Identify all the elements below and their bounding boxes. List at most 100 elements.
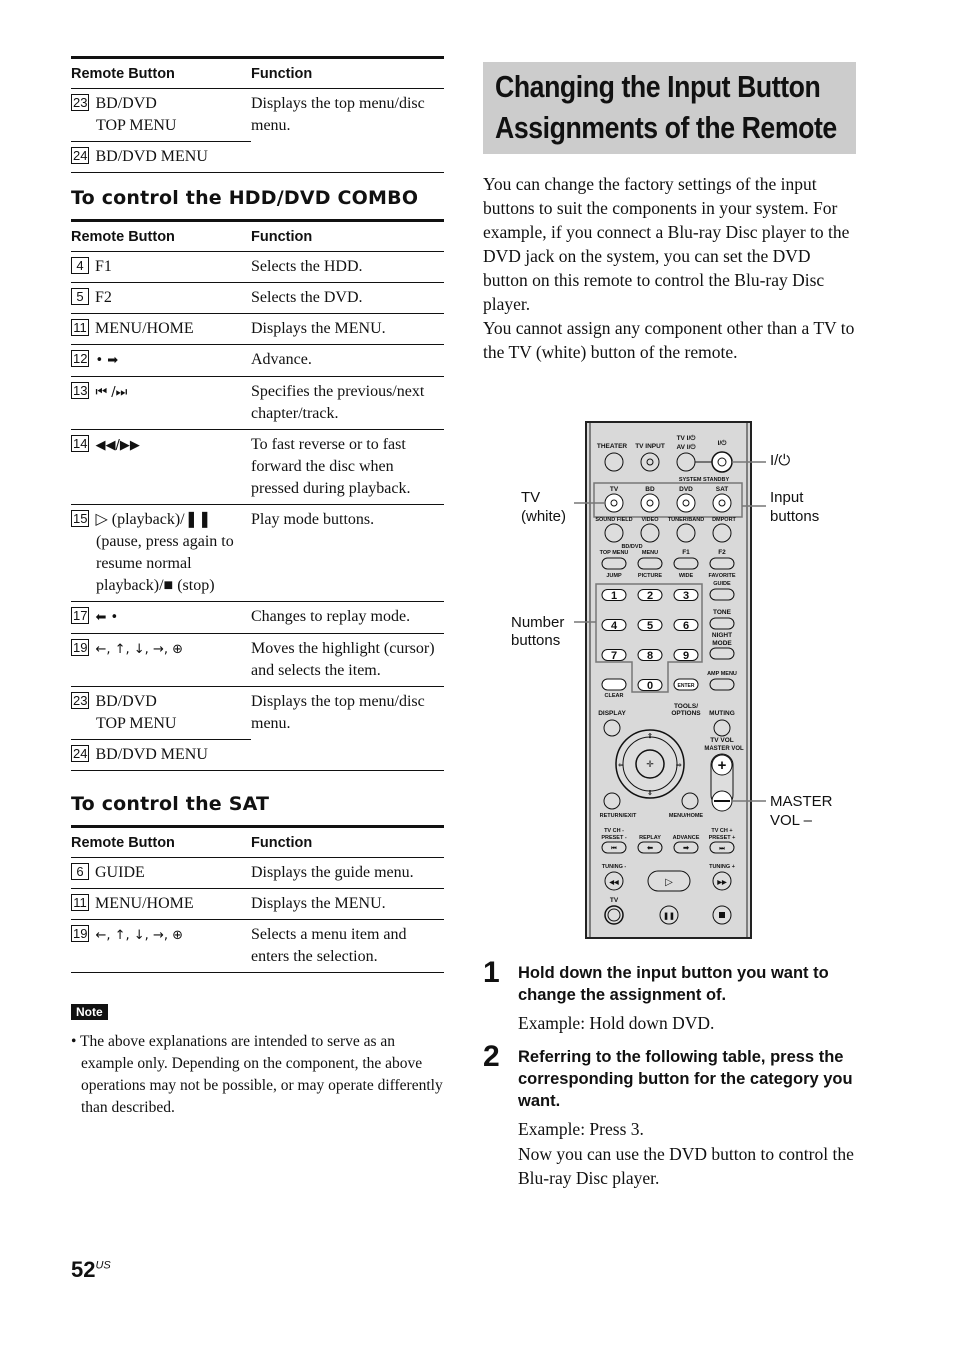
function-text: Advance.	[251, 344, 444, 377]
muting-label: MUTING	[709, 710, 735, 717]
up-arrow-icon[interactable]: ⇧	[647, 732, 652, 740]
button-number: 14	[71, 435, 90, 452]
jump-label: JUMP	[606, 573, 622, 579]
menu-button[interactable]	[637, 557, 663, 570]
continued-table: Remote Button Function 23 BD/DVD TOP MENU …	[71, 56, 444, 173]
replay-symbol: ⬅ •	[95, 610, 119, 625]
button-number: 12	[71, 350, 90, 367]
table-row: 6 GUIDE Displays the guide menu.	[71, 857, 444, 889]
button-name: BD/DVD	[95, 693, 157, 710]
tuning-minus-label: TUNING -	[602, 864, 627, 870]
night-mode-button[interactable]	[709, 647, 735, 660]
tv-input-button[interactable]	[640, 452, 660, 472]
return-exit-button[interactable]	[603, 792, 621, 810]
picture-label: PICTURE	[638, 573, 662, 579]
preset-minus-label: PRESET -	[601, 835, 627, 841]
tuning-plus-label: TUNING +	[709, 864, 735, 870]
guide-button[interactable]	[709, 588, 735, 601]
f2-button[interactable]	[709, 557, 735, 570]
theater-button[interactable]	[604, 452, 624, 472]
input-callout-2: buttons	[770, 508, 819, 525]
section-title: Changing the Input Button Assignments of…	[495, 69, 837, 145]
menu-home-label: MENU/HOME	[669, 813, 704, 819]
step-number: 2	[483, 1040, 500, 1073]
f1-button[interactable]	[673, 557, 699, 570]
button-name: F1	[95, 258, 112, 275]
menu-home-button[interactable]	[681, 792, 699, 810]
intro-paragraph: You cannot assign any component other th…	[483, 318, 855, 362]
vol-callout-2: VOL –	[770, 812, 813, 829]
button-number: 15	[71, 510, 90, 527]
button-number: 5	[71, 288, 89, 305]
dmport-button[interactable]	[712, 523, 732, 543]
replay-label: REPLAY	[639, 835, 661, 841]
button-number: 23	[71, 692, 90, 709]
function-text: To fast reverse or to fast forward the d…	[251, 429, 444, 505]
input-dvd-button[interactable]	[676, 493, 696, 513]
advance-icon: ➡	[683, 845, 689, 852]
rewind-icon: ◀◀	[608, 879, 619, 886]
tv-input-label: TV INPUT	[635, 443, 665, 450]
step-2: 2 Referring to the following table, pres…	[483, 1040, 863, 1190]
button-name-2: (pause, press again to resume normal pla…	[96, 533, 234, 594]
note-badge: Note	[71, 1004, 108, 1020]
function-text: Play mode buttons.	[251, 504, 444, 602]
advance-symbol: • ➡	[95, 353, 119, 368]
button-name: MENU/HOME	[95, 895, 194, 912]
preset-plus-label: PRESET +	[709, 835, 736, 841]
play-icon: ▷	[665, 877, 673, 888]
button-name: BD/DVD MENU	[95, 746, 208, 763]
sound-field-button[interactable]	[604, 523, 624, 543]
tuner-band-button[interactable]	[676, 523, 696, 543]
master-vol-label: MASTER VOL	[704, 746, 744, 752]
dvd-input-label: DVD	[679, 486, 693, 493]
table-row: 14 ◀◀/▶▶ To fast reverse or to fast forwar…	[71, 429, 444, 505]
down-arrow-icon[interactable]: ⇩	[647, 789, 652, 797]
tv-ch-plus-label: TV CH +	[711, 828, 732, 834]
advance-label: ADVANCE	[673, 835, 700, 841]
center-cross-icon: ✛	[646, 759, 654, 769]
col-header-function: Function	[251, 825, 444, 858]
theater-label: THEATER	[597, 443, 628, 450]
page-number: 52US	[71, 1257, 111, 1283]
amp-menu-label: AMP MENU	[707, 671, 737, 677]
menu-label: MENU	[642, 550, 658, 556]
top-menu-button[interactable]	[601, 557, 627, 570]
guide-label: GUIDE	[713, 581, 731, 587]
amp-menu-button[interactable]	[709, 678, 735, 691]
button-number: 24	[71, 745, 90, 762]
cursor-symbols: ←, ↑, ↓, →, ⊕	[95, 642, 183, 657]
input-tv-button[interactable]	[604, 493, 624, 513]
number-label: 0	[647, 680, 653, 692]
clear-button[interactable]	[601, 678, 627, 691]
tuner-band-label: TUNER/BAND	[668, 517, 704, 523]
tv-av-power-button[interactable]	[676, 452, 696, 472]
button-number: 11	[71, 319, 89, 336]
next-icon: ⏭	[719, 846, 725, 852]
button-number: 23	[71, 94, 90, 111]
number-label: 8	[647, 650, 653, 662]
function-text: Displays the top menu/disc menu.	[251, 686, 444, 771]
left-arrow-icon[interactable]: ⇦	[617, 762, 624, 769]
button-number: 24	[71, 147, 90, 164]
display-button[interactable]	[603, 719, 621, 737]
function-text: Selects the HDD.	[251, 251, 444, 283]
col-header-function: Function	[251, 219, 444, 252]
number-label: 3	[683, 590, 689, 602]
button-name: MENU/HOME	[95, 320, 194, 337]
top-menu-label: TOP MENU	[600, 550, 629, 556]
table-row: 4 F1 Selects the HDD.	[71, 251, 444, 283]
number-label: 4	[611, 620, 618, 632]
number-label: 6	[683, 620, 689, 632]
tone-button[interactable]	[709, 617, 735, 630]
video-button[interactable]	[640, 523, 660, 543]
input-sat-button[interactable]	[712, 493, 732, 513]
right-arrow-icon[interactable]: ⇨	[676, 762, 682, 769]
muting-button[interactable]	[713, 719, 731, 737]
number-label: 2	[647, 590, 653, 602]
video-label: VIDEO	[641, 517, 659, 523]
input-bd-button[interactable]	[640, 493, 660, 513]
f2-label: F2	[718, 549, 726, 556]
tv-ch-minus-label: TV CH -	[604, 828, 624, 834]
plus-icon: +	[718, 757, 727, 774]
